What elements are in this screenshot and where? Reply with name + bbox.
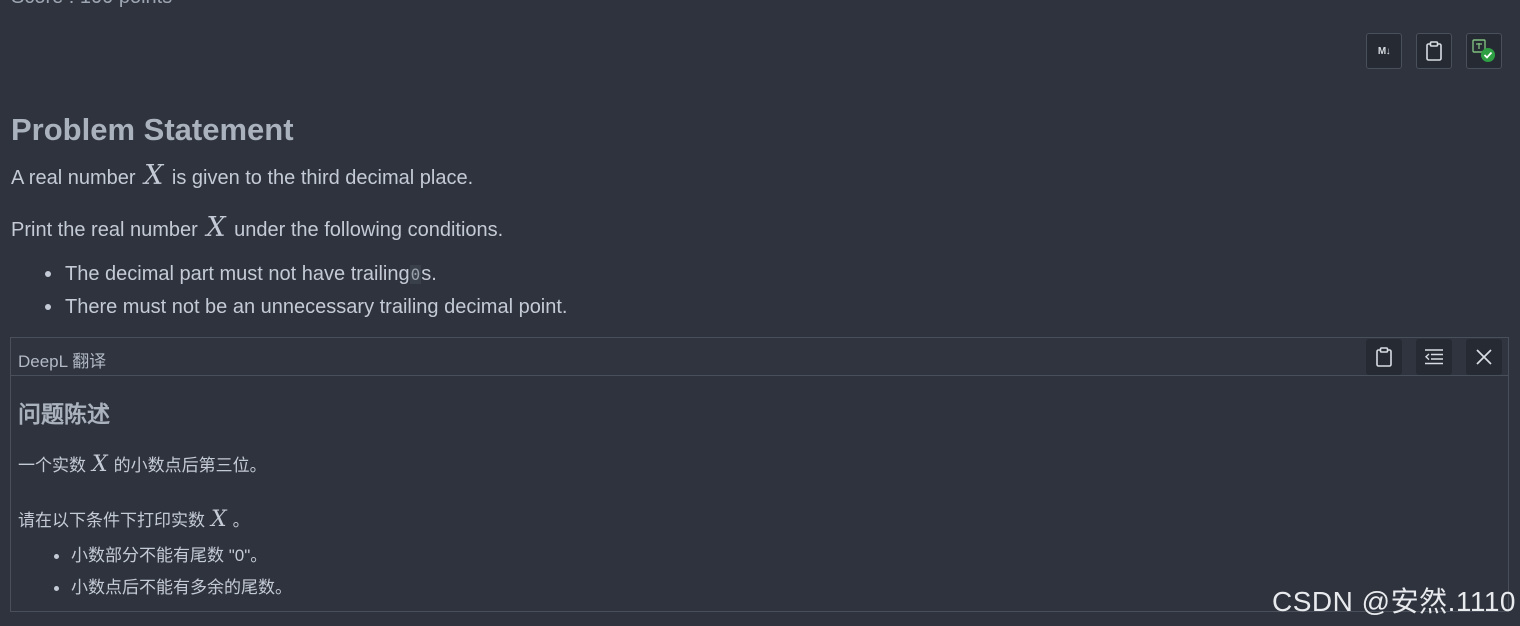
math-variable: X: [211, 507, 227, 532]
copy-button[interactable]: [1416, 33, 1452, 69]
paragraph-text: 一个实数: [18, 456, 86, 475]
markdown-label: M↓: [1377, 45, 1391, 57]
paragraph-text: Print the real number: [11, 219, 198, 241]
problem-paragraph-2: Print the real number X under the follow…: [11, 212, 503, 243]
clipboard-icon: [1376, 347, 1392, 367]
translation-heading: 问题陈述: [18, 401, 110, 427]
math-variable: X: [206, 212, 226, 243]
translation-copy-button[interactable]: [1366, 339, 1402, 375]
clipboard-icon: [1426, 41, 1442, 61]
watermark: CSDN @安然.1110: [1272, 586, 1516, 617]
problem-paragraph-1: A real number X is given to the third de…: [11, 160, 473, 191]
translation-panel-tools: [1366, 339, 1502, 375]
paragraph-text: 。: [232, 511, 250, 530]
translation-panel-header: DeepL 翻译: [11, 338, 1508, 376]
translate-check-icon: [1472, 39, 1495, 62]
translation-paragraph-2: 请在以下条件下打印实数 X 。: [18, 506, 250, 532]
translation-condition-list: 小数部分不能有尾数 "0"。 小数点后不能有多余的尾数。: [54, 545, 292, 609]
condition-list: The decimal part must not have trailing0…: [45, 263, 568, 329]
translation-paragraph-1: 一个实数 X 的小数点后第三位。: [18, 451, 267, 477]
score-line: Score : 100 points: [11, 0, 172, 9]
condition-item: The decimal part must not have trailing0…: [45, 263, 568, 296]
translation-condition-item: 小数点后不能有多余的尾数。: [54, 577, 292, 609]
translation-collapse-button[interactable]: [1416, 339, 1452, 375]
problem-toolbar: M↓: [1366, 33, 1502, 69]
translation-panel-title: DeepL 翻译: [18, 352, 107, 371]
translation-close-button[interactable]: [1466, 339, 1502, 375]
close-icon: [1476, 349, 1492, 365]
paragraph-text: under the following conditions.: [234, 219, 504, 241]
paragraph-text: 的小数点后第三位。: [113, 456, 267, 475]
inline-code: 0: [409, 265, 422, 284]
translate-button[interactable]: [1466, 33, 1502, 69]
problem-heading: Problem Statement: [11, 112, 294, 147]
paragraph-text: 请在以下条件下打印实数: [18, 511, 205, 530]
indent-lines-icon: [1424, 349, 1443, 365]
paragraph-text: A real number: [11, 167, 136, 189]
condition-text: s.: [421, 263, 437, 285]
math-variable: X: [92, 452, 108, 477]
math-variable: X: [144, 160, 164, 191]
translation-panel: DeepL 翻译 问题陈述 一个实数 X 的小数点后第三位。 请在以下条件下打印…: [10, 337, 1509, 612]
paragraph-text: is given to the third decimal place.: [171, 167, 474, 189]
markdown-copy-button[interactable]: M↓: [1366, 33, 1402, 69]
condition-item: There must not be an unnecessary trailin…: [45, 296, 568, 329]
translation-condition-item: 小数部分不能有尾数 "0"。: [54, 545, 292, 577]
condition-text: The decimal part must not have trailing: [65, 263, 410, 285]
